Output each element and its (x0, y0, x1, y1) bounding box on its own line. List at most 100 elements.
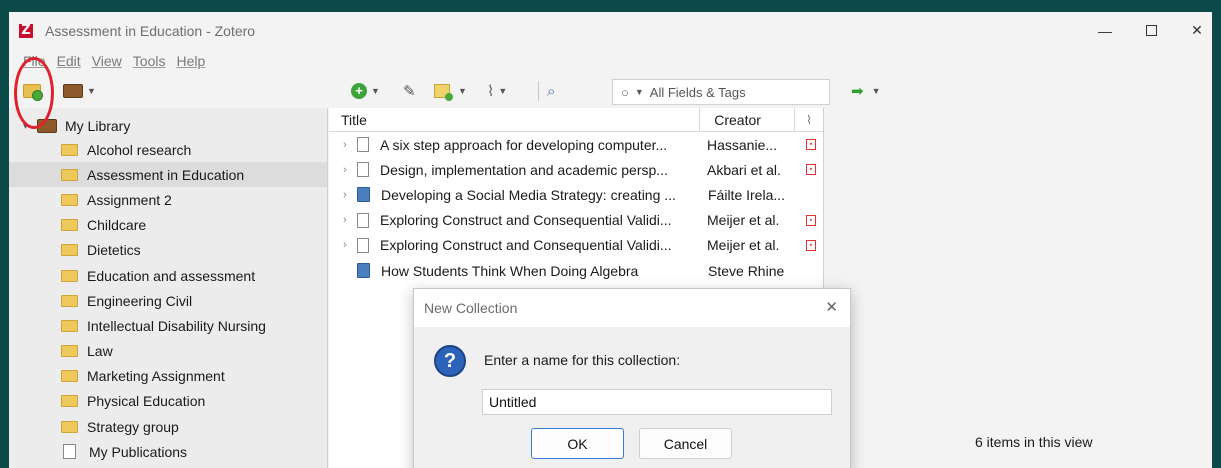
window-title: Assessment in Education - Zotero (45, 22, 256, 39)
collection-label: Dietetics (87, 242, 141, 259)
collection-item[interactable]: Childcare (9, 213, 327, 238)
collection-label: Marketing Assignment (87, 368, 225, 385)
menu-view[interactable]: View (92, 53, 122, 69)
collection-item[interactable]: Engineering Civil (9, 288, 327, 313)
add-attachment-button[interactable]: ⌇ ▼ (487, 82, 507, 100)
chevron-right-icon[interactable]: › (343, 139, 357, 151)
title-bar: Z Assessment in Education - Zotero — ✕ (9, 12, 1212, 49)
collection-label: Physical Education (87, 393, 206, 410)
add-by-identifier-button[interactable]: ✎ (403, 82, 416, 100)
collection-label: Assessment in Education (87, 166, 245, 183)
pdf-icon[interactable]: ▪ (806, 214, 816, 226)
advanced-search-button[interactable]: ⌕ (547, 82, 555, 100)
folder-icon (61, 420, 78, 433)
maximize-icon (1145, 25, 1157, 36)
item-row[interactable]: › Exploring Construct and Consequential V… (329, 233, 823, 258)
folder-icon (61, 319, 78, 332)
item-row[interactable]: ›How Students Think When Doing AlgebraSt… (329, 258, 823, 283)
my-library-label: My Library (65, 118, 131, 134)
chevron-right-icon[interactable]: › (343, 214, 357, 226)
toolbar-separator (538, 81, 539, 101)
arrow-right-icon: ➡ (851, 83, 864, 100)
my-library-row[interactable]: ▾ My Library (9, 116, 327, 136)
menu-help[interactable]: Help (176, 53, 205, 69)
item-list: › A six step approach for developing comp… (329, 132, 823, 283)
close-icon[interactable]: ✕ (825, 298, 838, 316)
item-creator: Meijer et al. (707, 212, 780, 229)
folder-icon (61, 395, 78, 408)
chevron-down-icon: ▼ (871, 86, 881, 96)
collection-item[interactable]: Assignment 2 (9, 187, 327, 212)
folder-icon (61, 143, 78, 156)
collection-item[interactable]: Intellectual Disability Nursing (9, 313, 327, 338)
column-title[interactable]: Title (329, 108, 701, 131)
book-icon (357, 263, 370, 279)
collection-item[interactable]: Strategy group (9, 414, 327, 439)
maximize-button[interactable] (1128, 12, 1174, 49)
collection-label: Education and assessment (87, 267, 256, 284)
item-row[interactable]: › Design, implementation and academic per… (329, 157, 823, 182)
item-creator: Hassanie... (707, 136, 778, 153)
collection-item[interactable]: Alcohol research (9, 137, 327, 162)
items-header: Title Creator ⌇ (329, 108, 823, 132)
collection-item[interactable]: Law (9, 339, 327, 364)
folder-icon (61, 244, 78, 257)
minimize-button[interactable]: — (1082, 12, 1128, 49)
new-note-button[interactable]: ▼ (434, 82, 467, 101)
chevron-right-icon[interactable]: › (343, 164, 357, 176)
collection-item[interactable]: Assessment in Education (9, 162, 327, 188)
document-icon (357, 237, 369, 253)
attachment-column-icon[interactable]: ⌇ (795, 113, 823, 127)
item-row[interactable]: › Exploring Construct and Consequential V… (329, 208, 823, 233)
folder-icon (61, 168, 78, 181)
menu-edit[interactable]: Edit (57, 53, 81, 69)
collection-item[interactable]: Physical Education (9, 389, 327, 414)
items-count: 6 items in this view (975, 434, 1093, 450)
folder-icon (61, 345, 78, 358)
chevron-right-icon[interactable]: › (343, 189, 357, 201)
folder-icon (61, 370, 78, 383)
collection-name-input[interactable] (482, 389, 832, 415)
collection-item[interactable]: Dietetics (9, 238, 327, 263)
new-collection-dialog: New Collection ✕ ? Enter a name for this… (413, 288, 851, 468)
chevron-down-icon: ▼ (371, 86, 380, 96)
column-creator[interactable]: Creator (700, 108, 796, 131)
new-library-button[interactable]: ▼ (63, 82, 96, 100)
close-window-button[interactable]: ✕ (1174, 12, 1212, 49)
locate-button[interactable]: ➡ ▼ (851, 82, 881, 100)
chevron-down-icon: ▼ (458, 86, 467, 96)
collection-list: Alcohol research Assessment in Education A… (9, 137, 327, 464)
chevron-down-icon[interactable]: ▼ (635, 87, 644, 97)
dialog-title-bar: New Collection ✕ (414, 289, 850, 327)
pdf-icon[interactable]: ▪ (806, 164, 816, 176)
my-publications-item[interactable]: My Publications (9, 439, 327, 464)
collection-label: Engineering Civil (87, 292, 193, 309)
toolbar: ▼ + ▼ ✎ ▼ ⌇ ▼ ⌕ ○ ▼ All Fields & Tags ➡ ▼ (9, 75, 1212, 107)
ok-button[interactable]: OK (531, 428, 624, 459)
search-icon: ○ (621, 84, 629, 100)
collection-item[interactable]: Education and assessment (9, 263, 327, 288)
new-item-button[interactable]: + ▼ (351, 82, 380, 100)
item-title: Developing a Social Media Strategy: crea… (381, 186, 676, 203)
collections-pane: ▾ My Library Alcohol research Assessment … (9, 108, 328, 468)
item-row[interactable]: › A six step approach for developing comp… (329, 132, 823, 157)
item-title: Design, implementation and academic pers… (380, 161, 668, 178)
collection-label: Assignment 2 (87, 191, 172, 208)
chevron-right-icon[interactable]: › (343, 239, 357, 251)
dialog-prompt: Enter a name for this collection: (484, 352, 681, 368)
item-creator: Fáilte Irela... (708, 186, 786, 203)
item-row[interactable]: › Developing a Social Media Strategy: cre… (329, 182, 823, 207)
document-icon (357, 212, 369, 228)
search-input[interactable]: ○ ▼ All Fields & Tags (612, 79, 830, 105)
pdf-icon[interactable]: ▪ (806, 139, 816, 151)
item-creator: Steve Rhine (708, 262, 785, 279)
document-icon (357, 162, 369, 178)
menu-tools[interactable]: Tools (133, 53, 166, 69)
highlight-annotation (14, 57, 54, 129)
pdf-icon[interactable]: ▪ (806, 239, 816, 251)
cancel-button[interactable]: Cancel (639, 428, 732, 459)
document-icon (63, 444, 76, 460)
document-icon (357, 137, 369, 153)
item-creator: Akbari et al. (707, 161, 781, 178)
collection-item[interactable]: Marketing Assignment (9, 364, 327, 389)
